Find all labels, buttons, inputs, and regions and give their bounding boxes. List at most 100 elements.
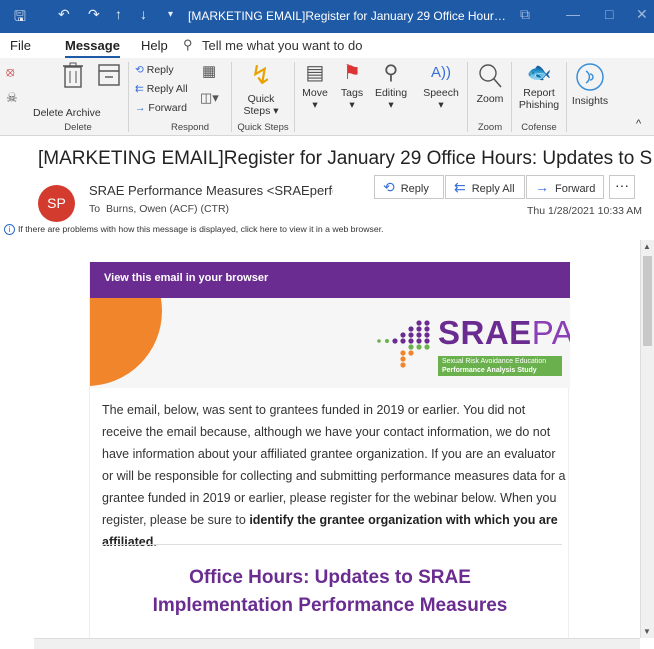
- scroll-down-icon[interactable]: ▼: [643, 627, 651, 636]
- quick-steps-label-1: Quick: [247, 93, 275, 105]
- reply-all-icon: ⇇: [454, 179, 466, 195]
- recipient-line: To Burns, Owen (ACF) (CTR): [89, 203, 229, 215]
- menu-message[interactable]: Message: [65, 38, 120, 58]
- separator: [566, 62, 567, 132]
- forward-label: Forward: [148, 102, 187, 114]
- group-quicksteps-label: Quick Steps: [237, 122, 289, 133]
- view-in-browser-bar[interactable]: View this email in your browser: [90, 262, 570, 298]
- sender-name[interactable]: SRAE Performance Measures <SRAEperforman…: [89, 183, 333, 198]
- move-icon: ▤: [305, 62, 325, 84]
- previous-item-icon[interactable]: ↑: [115, 6, 122, 22]
- group-delete-label: Delete: [64, 122, 92, 133]
- tags-button[interactable]: ⚑ Tags ▾: [337, 62, 367, 111]
- reply-button[interactable]: ⟲ Reply: [135, 64, 174, 76]
- title-bar: 🖫 ↶ ↷ ↑ ↓ ▾ [MARKETING EMAIL]Register fo…: [0, 0, 654, 33]
- delete-button[interactable]: [58, 62, 88, 91]
- logo-tagline-1: Sexual Risk Avoidance Education: [442, 358, 547, 365]
- tags-label: Tags: [340, 87, 364, 99]
- more-actions-button[interactable]: ···: [609, 175, 635, 199]
- insights-button[interactable]: Insights: [568, 62, 612, 107]
- more-respond-icon[interactable]: ◫▾: [200, 91, 219, 104]
- lightning-icon: ↯: [250, 60, 272, 90]
- delete-archive-label: Delete Archive: [33, 107, 101, 119]
- redo-icon[interactable]: ↷: [88, 6, 100, 23]
- report-phishing-button[interactable]: 🐟 Report Phishing: [514, 62, 564, 111]
- maximize-icon[interactable]: □: [605, 6, 613, 22]
- collapse-ribbon-icon[interactable]: ^: [636, 118, 641, 130]
- logo-tagline-2: Performance Analysis Study: [442, 367, 537, 374]
- zoom-button[interactable]: Zoom: [471, 62, 509, 105]
- archive-button[interactable]: [94, 62, 124, 91]
- paragraph-end: .: [153, 535, 157, 549]
- separator: [467, 62, 468, 132]
- scroll-up-icon[interactable]: ▲: [643, 242, 651, 251]
- separator: [128, 62, 129, 132]
- lightbulb-icon: ⚲: [183, 37, 193, 52]
- reply-all-header-label: Reply All: [471, 183, 515, 195]
- message-subject: [MARKETING EMAIL]Register for January 29…: [38, 148, 652, 169]
- undo-icon[interactable]: ↶: [58, 6, 70, 23]
- menu-bar: File Message Help ⚲ Tell me what you wan…: [0, 33, 654, 58]
- srae-dots-icon: [377, 320, 430, 368]
- close-icon[interactable]: ✕: [636, 6, 648, 23]
- reply-header-button[interactable]: ⟲ Reply: [374, 175, 444, 199]
- divider: [102, 544, 562, 545]
- ignore-icon[interactable]: ⦻: [6, 65, 15, 78]
- tell-me-search[interactable]: Tell me what you want to do: [202, 38, 362, 53]
- logo-pas: PAS: [531, 314, 570, 351]
- archive-icon: [98, 64, 120, 86]
- group-cofense-label: Cofense: [521, 122, 557, 133]
- separator: [294, 62, 295, 132]
- editing-button[interactable]: ⚲ Editing ▾: [371, 62, 411, 111]
- reply-icon: ⟲: [383, 179, 395, 195]
- group-zoom-label: Zoom: [477, 122, 503, 133]
- move-button[interactable]: ▤ Move ▾: [298, 62, 332, 111]
- info-text: If there are problems with how this mess…: [18, 224, 384, 234]
- insights-icon: [576, 63, 604, 91]
- received-date: Thu 1/28/2021 10:33 AM: [527, 205, 643, 217]
- forward-header-label: Forward: [555, 183, 596, 195]
- trash-icon: [63, 62, 83, 88]
- reply-label: Reply: [146, 64, 174, 76]
- zoom-label: Zoom: [476, 93, 504, 105]
- recipient-name[interactable]: Burns, Owen (ACF) (CTR): [106, 203, 229, 215]
- horizontal-scrollbar[interactable]: [34, 638, 640, 649]
- logo-tagline: Sexual Risk Avoidance Education Performan…: [438, 356, 562, 376]
- email-banner: SRAEPAS Sexual Risk Avoidance Education P…: [90, 298, 570, 388]
- reply-all-button[interactable]: ⇇ Reply All: [135, 83, 188, 95]
- meeting-icon[interactable]: ▦: [202, 64, 216, 79]
- fish-hook-icon: 🐟: [526, 62, 552, 84]
- view-in-browser-link[interactable]: View this email in your browser: [104, 272, 268, 284]
- junk-icon[interactable]: ☠: [6, 91, 18, 104]
- scroll-thumb[interactable]: [643, 256, 652, 346]
- report-label-2: Phishing: [518, 99, 560, 111]
- srae-logo-text: SRAEPAS: [438, 316, 570, 350]
- vertical-scrollbar[interactable]: ▲ ▼: [640, 240, 654, 638]
- search-icon: ⚲: [383, 62, 399, 84]
- quick-steps-label-2: Steps: [243, 105, 271, 117]
- reply-all-header-button[interactable]: ⇇ Reply All: [445, 175, 525, 199]
- menu-file[interactable]: File: [10, 38, 31, 53]
- forward-button[interactable]: → Forward: [135, 102, 187, 114]
- paragraph-text: The email, below, was sent to grantees f…: [102, 403, 566, 527]
- menu-help[interactable]: Help: [141, 38, 168, 53]
- quick-steps-button[interactable]: ↯ Quick Steps ▾: [236, 60, 286, 117]
- next-item-icon[interactable]: ↓: [140, 6, 147, 22]
- save-icon[interactable]: 🖫: [14, 6, 26, 30]
- group-respond-label: Respond: [170, 122, 210, 133]
- outlook-window: 🖫 ↶ ↷ ↑ ↓ ▾ [MARKETING EMAIL]Register fo…: [0, 0, 654, 649]
- restore-icon[interactable]: ⧉: [520, 6, 530, 23]
- info-bar[interactable]: i If there are problems with how this mes…: [4, 224, 384, 235]
- forward-header-button[interactable]: → Forward: [526, 175, 604, 199]
- speech-label: Speech: [423, 87, 459, 99]
- reply-header-label: Reply: [400, 183, 429, 195]
- heading-line-1: Office Hours: Updates to SRAE: [189, 567, 471, 588]
- customize-qat-icon[interactable]: ▾: [168, 9, 173, 20]
- avatar: SP: [38, 185, 75, 222]
- logo-srae: SRAE: [438, 314, 532, 351]
- separator: [511, 62, 512, 132]
- forward-icon: →: [535, 179, 549, 195]
- minimize-icon[interactable]: —: [566, 6, 580, 22]
- speech-button[interactable]: A)) Speech ▾: [421, 62, 461, 111]
- report-label-1: Report: [523, 87, 555, 99]
